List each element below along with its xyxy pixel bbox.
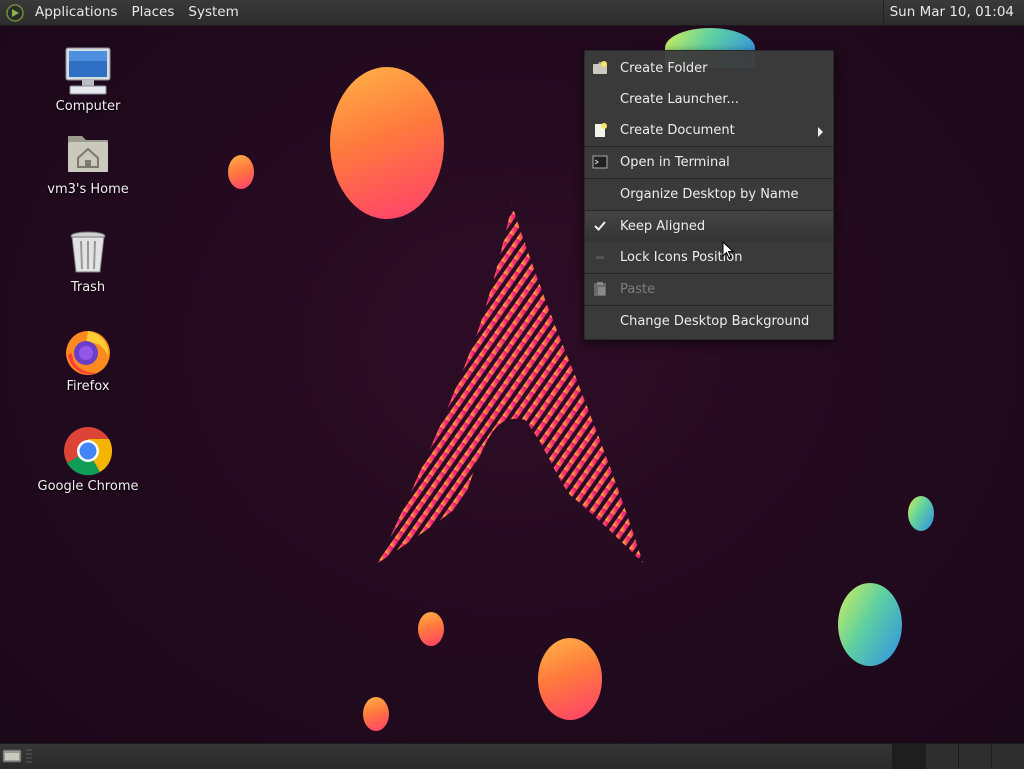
chrome-icon (62, 425, 114, 477)
workspace-switcher (892, 744, 1024, 769)
terminal-icon (592, 155, 608, 169)
panel-grip[interactable] (26, 749, 32, 763)
workspace-4[interactable] (991, 744, 1024, 769)
home-folder-icon (62, 128, 114, 180)
wallpaper-bubble (908, 496, 934, 531)
menu-item-keep-aligned[interactable]: Keep Aligned (585, 210, 833, 242)
wallpaper-bubble (418, 612, 444, 646)
desktop-icon-home[interactable]: vm3's Home (33, 128, 143, 197)
menu-item-create-folder[interactable]: Create Folder (585, 53, 833, 84)
clock[interactable]: Sun Mar 10, 01:04 (882, 0, 1020, 25)
document-new-icon (595, 123, 607, 137)
desktop-icon-label: Trash (70, 280, 106, 295)
unchecked-icon (596, 256, 604, 259)
desktop-icon-firefox[interactable]: Firefox (33, 325, 143, 394)
menu-item-organize-by-name[interactable]: Organize Desktop by Name (585, 178, 833, 210)
desktop-icon-label: vm3's Home (47, 182, 129, 197)
mouse-cursor-icon (722, 241, 734, 259)
bottom-panel (0, 743, 1024, 769)
menu-item-create-launcher[interactable]: Create Launcher... (585, 84, 833, 115)
mate-logo-icon[interactable] (6, 3, 24, 22)
wallpaper-bubble (228, 155, 254, 189)
places-menu[interactable]: Places (124, 0, 181, 25)
applications-menu[interactable]: Applications (28, 0, 124, 25)
folder-new-icon (593, 61, 607, 74)
menu-item-paste: Paste (585, 273, 833, 305)
desktop-icon-computer[interactable]: Computer (33, 45, 143, 114)
wallpaper-bubble (363, 697, 389, 731)
desktop-icon-label: Google Chrome (37, 479, 139, 494)
wallpaper-bubble (538, 638, 602, 720)
desktop-icon-chrome[interactable]: Google Chrome (33, 425, 143, 494)
workspace-2[interactable] (925, 744, 958, 769)
show-desktop-icon[interactable] (2, 748, 22, 764)
desktop-icon-label: Firefox (66, 379, 110, 394)
workspace-1[interactable] (892, 744, 925, 769)
top-panel: Applications Places System Sun Mar 10, 0… (0, 0, 1024, 26)
checkmark-icon (594, 221, 606, 231)
wallpaper-bubble (838, 583, 902, 666)
paste-icon (594, 282, 606, 296)
workspace-3[interactable] (958, 744, 991, 769)
wallpaper-bubble (330, 67, 444, 219)
menu-item-create-document[interactable]: Create Document (585, 115, 833, 146)
desktop-context-menu: Create Folder Create Launcher... Create … (584, 50, 834, 340)
trash-icon (62, 226, 114, 278)
desktop-icon-trash[interactable]: Trash (33, 226, 143, 295)
firefox-icon (62, 325, 114, 377)
menu-item-lock-icons[interactable]: Lock Icons Position (585, 242, 833, 273)
menu-item-change-background[interactable]: Change Desktop Background (585, 305, 833, 337)
menu-item-open-terminal[interactable]: Open in Terminal (585, 146, 833, 178)
system-menu[interactable]: System (181, 0, 245, 25)
desktop-icon-label: Computer (55, 99, 121, 114)
submenu-arrow-icon (818, 127, 823, 137)
computer-icon (62, 45, 114, 97)
